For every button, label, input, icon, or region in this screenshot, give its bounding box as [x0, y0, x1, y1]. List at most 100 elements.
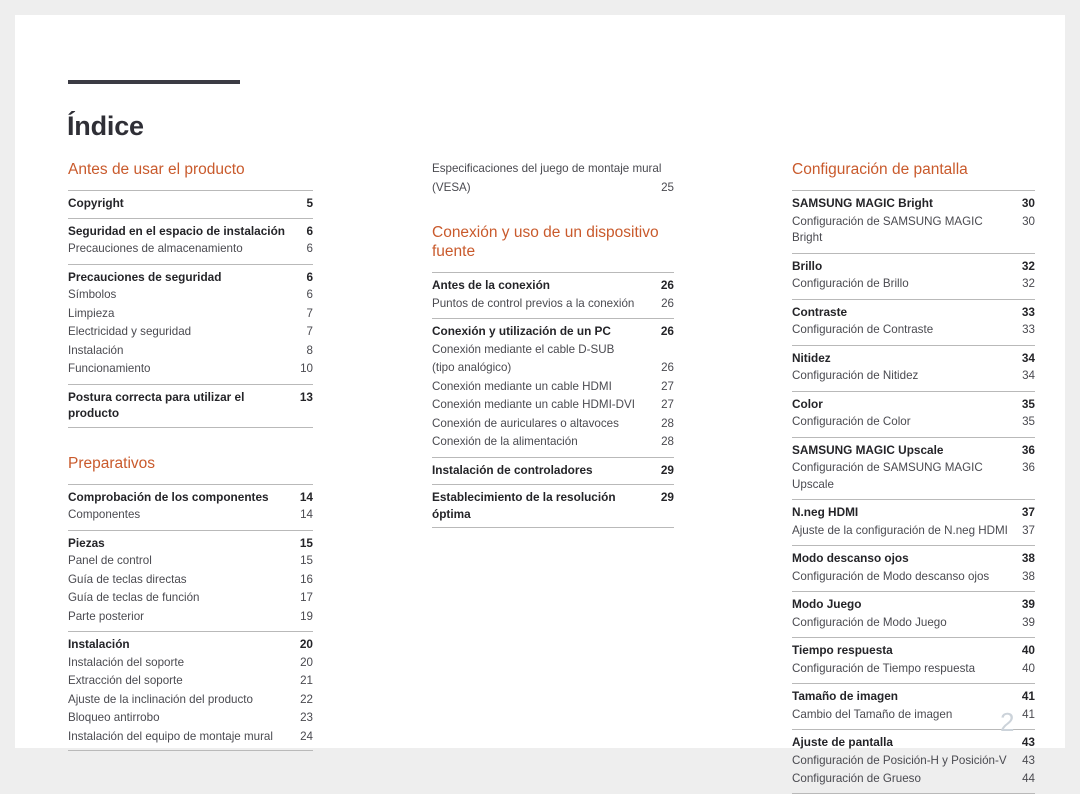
toc-entry[interactable]: Parte posterior 19 — [68, 608, 313, 627]
toc-entry-label: Ajuste de la inclinación del producto — [68, 692, 253, 706]
toc-entry[interactable]: Ajuste de la configuración de N.neg HDMI… — [792, 522, 1035, 541]
toc-entry-page-number: 34 — [1021, 350, 1035, 365]
toc-entry-label: Electricidad y seguridad — [68, 325, 192, 338]
toc-entry-label: N.neg HDMI — [792, 505, 859, 519]
toc-entry[interactable]: Piezas 15 — [68, 534, 313, 553]
toc-entry[interactable]: Brillo 32 — [792, 257, 1035, 276]
toc-entry-page-number: 14 — [300, 508, 313, 521]
toc-entry[interactable]: Tiempo respuesta 40 — [792, 641, 1035, 660]
toc-entry[interactable]: Configuración de SAMSUNG MAGIC Upscale 36 — [792, 459, 1035, 494]
toc-entry[interactable]: Conexión de la alimentación 28 — [432, 433, 674, 452]
toc-entry[interactable]: Cambio del Tamaño de imagen 41 — [792, 706, 1035, 725]
toc-entry-label: Configuración de Color — [792, 415, 911, 428]
toc-entry[interactable]: Tamaño de imagen 41 — [792, 687, 1035, 706]
toc-entry[interactable]: Extracción del soporte 21 — [68, 672, 313, 691]
toc-entry[interactable]: Configuración de Brillo 32 — [792, 275, 1035, 294]
toc-entry[interactable]: Componentes 14 — [68, 506, 313, 525]
toc-entry-label: Configuración de Brillo — [792, 277, 909, 290]
toc-entry[interactable]: Bloqueo antirrobo 23 — [68, 709, 313, 728]
toc-entry[interactable]: Configuración de Grueso 44 — [792, 770, 1035, 789]
toc-entry[interactable]: N.neg HDMI 37 — [792, 503, 1035, 522]
toc-entry[interactable]: Establecimiento de la resolución óptima 2… — [432, 488, 674, 523]
toc-entry-label: Instalación del soporte — [68, 655, 185, 669]
toc-entry-label: Tamaño de imagen — [792, 689, 898, 703]
toc-entry-label: Contraste — [792, 304, 848, 319]
toc-entry[interactable]: Configuración de Modo Juego 39 — [792, 614, 1035, 633]
toc-entry[interactable]: Instalación 8 — [68, 342, 313, 361]
toc-entry[interactable]: Conexión de auriculares o altavoces 28 — [432, 415, 674, 434]
toc-entry-label: Establecimiento de la resolución óptima — [432, 490, 616, 521]
toc-entry[interactable]: Configuración de Modo descanso ojos 38 — [792, 568, 1035, 587]
toc-entry-label: Puntos de control previos a la conexión — [432, 296, 635, 310]
toc-entry[interactable]: Seguridad en el espacio de instalación 6 — [68, 222, 313, 241]
toc-entry[interactable]: Ajuste de pantalla 43 — [792, 733, 1035, 752]
toc-entry-label: Configuración de Posición-H y Posición-V — [792, 753, 1007, 767]
toc-entry-label: Componentes — [68, 508, 141, 521]
toc-entry[interactable]: Modo Juego 39 — [792, 595, 1035, 614]
toc-entry-page-number: 14 — [299, 489, 313, 504]
toc-entry[interactable]: Copyright 5 — [68, 194, 313, 213]
toc-entry-continuation[interactable]: (tipo analógico) 26 — [432, 359, 674, 378]
toc-entry[interactable]: SAMSUNG MAGIC Bright 30 — [792, 194, 1035, 213]
toc-group: Copyright 5 — [68, 190, 313, 218]
continued-entry[interactable]: Especificaciones del juego de montaje mu… — [432, 160, 674, 197]
toc-entry[interactable]: Instalación de controladores 29 — [432, 461, 674, 480]
toc-entry[interactable]: Ajuste de la inclinación del producto 22 — [68, 691, 313, 710]
toc-entry[interactable]: Precauciones de seguridad 6 — [68, 268, 313, 287]
toc-entry-label: Antes de la conexión — [432, 278, 550, 292]
toc-entry[interactable]: Guía de teclas directas 16 — [68, 571, 313, 590]
toc-entry[interactable]: Puntos de control previos a la conexión 2… — [432, 295, 674, 314]
toc-entry[interactable]: Limpieza 7 — [68, 305, 313, 324]
toc-entry[interactable]: Comprobación de los componentes 14 — [68, 488, 313, 507]
toc-group: Modo descanso ojos 38 Configuración de Mod… — [792, 545, 1035, 591]
toc-entry[interactable]: Conexión mediante el cable D-SUB — [432, 341, 674, 360]
toc-entry-label: Configuración de Grueso — [792, 772, 921, 785]
toc-entry[interactable]: Antes de la conexión 26 — [432, 276, 674, 295]
toc-entry[interactable]: Guía de teclas de función 17 — [68, 589, 313, 608]
toc-entry[interactable]: SAMSUNG MAGIC Upscale 36 — [792, 441, 1035, 460]
toc-entry-page-number: 36 — [1021, 442, 1035, 457]
toc-entry[interactable]: Conexión mediante un cable HDMI 27 — [432, 378, 674, 397]
toc-entry-page-number: 40 — [1022, 661, 1035, 675]
toc-entry[interactable]: Configuración de Nitidez 34 — [792, 367, 1035, 386]
toc-entry-page-number: 22 — [300, 692, 313, 706]
toc-entry[interactable]: Configuración de Posición-H y Posición-V… — [792, 752, 1035, 771]
toc-entry[interactable]: Conexión y utilización de un PC 26 — [432, 322, 674, 341]
toc-entry-page-number: 17 — [300, 591, 313, 604]
toc-group: Postura correcta para utilizar el produc… — [68, 383, 313, 428]
toc-entry-label: Parte posterior — [68, 609, 145, 623]
toc-group: Modo Juego 39 Configuración de Modo Juego 3… — [792, 591, 1035, 637]
toc-entry-page-number: 27 — [661, 379, 674, 393]
toc-section-heading: Conexión y uso de un dispositivo fuente — [432, 224, 659, 260]
toc-entry[interactable]: Precauciones de almacenamiento 6 — [68, 240, 313, 259]
toc-entry-page-number: 41 — [1022, 707, 1035, 721]
toc-entry[interactable]: Contraste 33 — [792, 303, 1035, 322]
toc-entry[interactable]: Panel de control 15 — [68, 552, 313, 571]
toc-entry[interactable]: Configuración de Color 35 — [792, 413, 1035, 432]
toc-entry[interactable]: Electricidad y seguridad 7 — [68, 323, 313, 342]
toc-entry[interactable]: Conexión mediante un cable HDMI-DVI 27 — [432, 396, 674, 415]
toc-entry[interactable]: Símbolos 6 — [68, 286, 313, 305]
toc-entry[interactable]: Color 35 — [792, 395, 1035, 414]
toc-entry-page-number: 19 — [300, 609, 313, 623]
toc-entry[interactable]: Instalación del equipo de montaje mural 2… — [68, 728, 313, 747]
toc-entry[interactable]: Instalación 20 — [68, 635, 313, 654]
toc-entry[interactable]: Instalación del soporte 20 — [68, 654, 313, 673]
toc-entry-label: Instalación del equipo de montaje mural — [68, 729, 273, 743]
toc-entry[interactable]: Configuración de Tiempo respuesta 40 — [792, 660, 1035, 679]
toc-entry-label: SAMSUNG MAGIC Upscale — [792, 442, 944, 457]
document-page: Índice Antes de usar el producto Copyrigh… — [15, 15, 1065, 794]
toc-entry[interactable]: Funcionamiento 10 — [68, 360, 313, 379]
toc-group: Nitidez 34 Configuración de Nitidez 34 — [792, 344, 1035, 391]
toc-entry-label: Conexión mediante un cable HDMI-DVI — [432, 398, 635, 411]
toc-group: SAMSUNG MAGIC Upscale 36 Configuración de … — [792, 436, 1035, 500]
toc-entry[interactable]: Postura correcta para utilizar el produc… — [68, 388, 313, 423]
toc-entry-label: Conexión mediante el cable D-SUB — [432, 342, 615, 356]
toc-entry-page-number: 28 — [661, 416, 674, 430]
toc-entry[interactable]: Configuración de Contraste 33 — [792, 321, 1035, 340]
toc-entry[interactable]: Modo descanso ojos 38 — [792, 549, 1035, 568]
toc-entry[interactable]: Configuración de SAMSUNG MAGIC Bright 30 — [792, 213, 1035, 248]
toc-entry-page-number: 15 — [299, 535, 313, 550]
toc-entry[interactable]: Nitidez 34 — [792, 349, 1035, 368]
